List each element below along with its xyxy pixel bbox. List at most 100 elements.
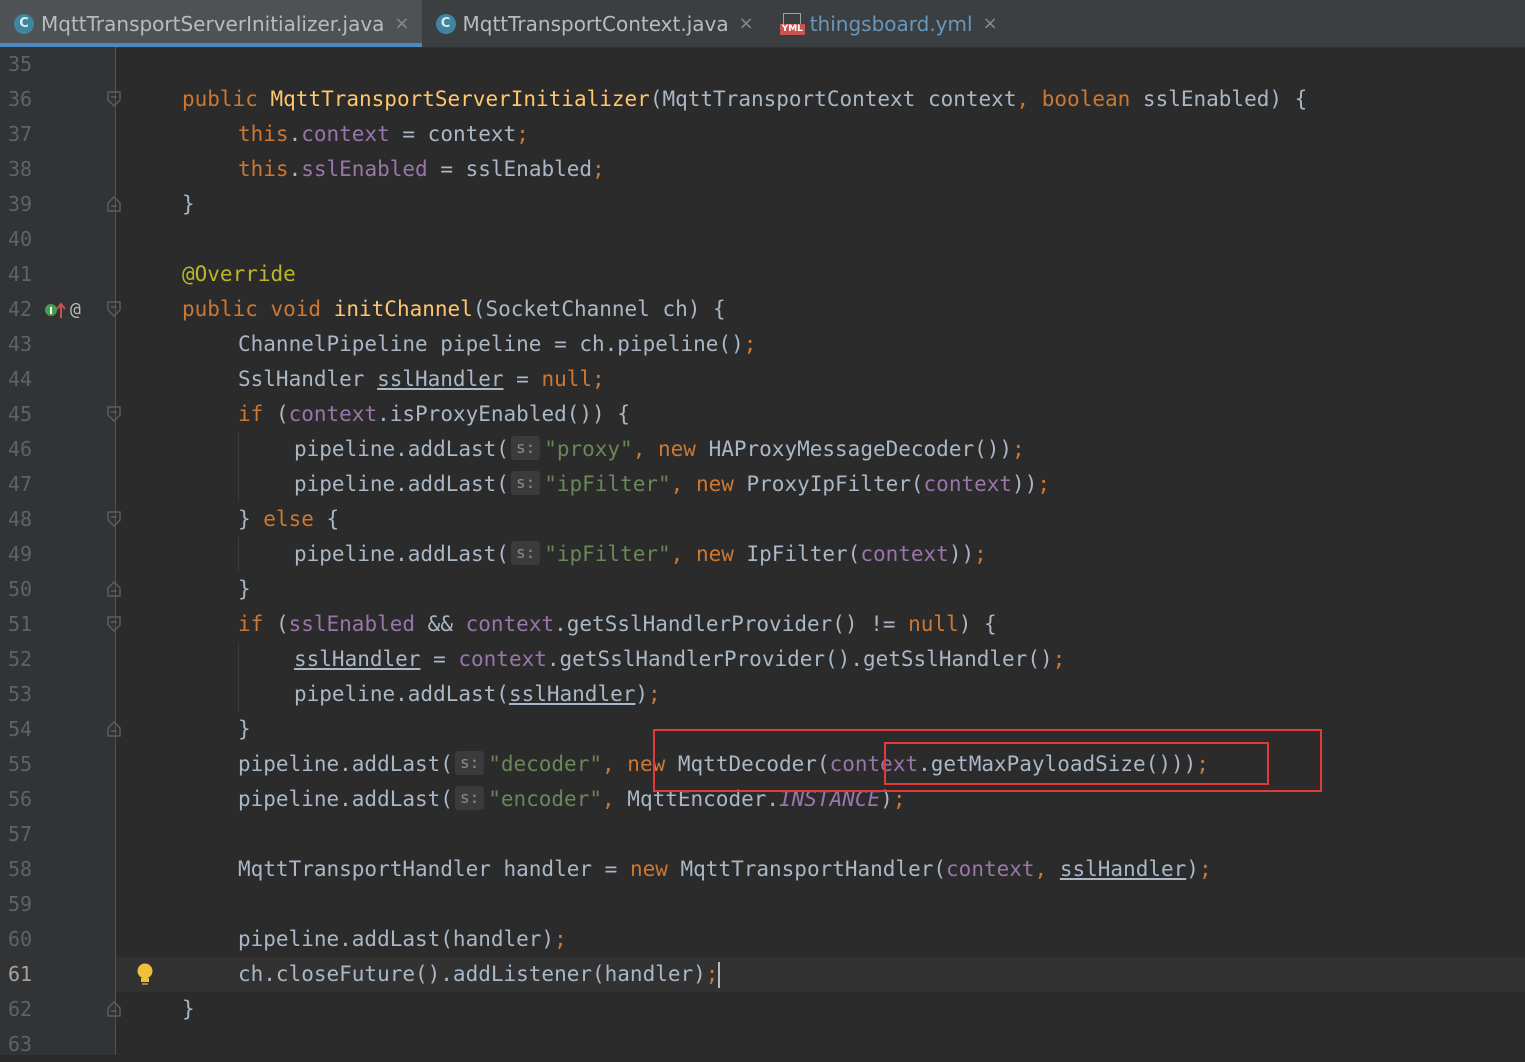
line-number: 40 xyxy=(8,227,33,251)
parameter-hint: s: xyxy=(454,751,485,775)
java-class-icon: C xyxy=(14,13,34,34)
line-number: 42 xyxy=(8,297,33,321)
highlight-box-inner xyxy=(884,742,1269,785)
parameter-hint: s: xyxy=(510,541,541,565)
line-number: 36 xyxy=(8,87,33,111)
line-number: 35 xyxy=(8,52,33,76)
indent-guide xyxy=(238,432,239,467)
code-line: 43 ChannelPipeline pipeline = ch.pipelin… xyxy=(0,327,1525,362)
code-text: } else { xyxy=(238,507,340,531)
code-text: public void initChannel(SocketChannel ch… xyxy=(182,297,726,321)
parameter-hint: s: xyxy=(510,471,541,495)
tab-label: thingsboard.yml xyxy=(809,11,973,36)
code-line: 40 xyxy=(0,222,1525,257)
svg-text:I: I xyxy=(49,306,53,317)
code-line: 49 pipeline.addLast(s: "ipFilter", new Ip… xyxy=(0,537,1525,572)
parameter-hint: s: xyxy=(510,436,541,460)
line-number: 52 xyxy=(8,647,33,671)
editor-tab-bar: C MqttTransportServerInitializer.java × … xyxy=(0,0,1525,48)
code-line: 51 if (sslEnabled && context.getSslHandl… xyxy=(0,607,1525,642)
code-line: 50 } xyxy=(0,572,1525,607)
code-text: sslHandler = context.getSslHandlerProvid… xyxy=(294,647,1066,671)
yml-file-icon: YML xyxy=(779,12,805,35)
line-number: 49 xyxy=(8,542,33,566)
close-icon[interactable]: × xyxy=(394,13,409,34)
fold-close-icon[interactable] xyxy=(107,196,121,212)
line-number: 59 xyxy=(8,892,33,916)
code-line: 60 pipeline.addLast(handler); xyxy=(0,922,1525,957)
line-number: 60 xyxy=(8,927,33,951)
code-line: 46 pipeline.addLast(s: "proxy", new HAPro… xyxy=(0,432,1525,467)
code-line: 53 pipeline.addLast(sslHandler); xyxy=(0,677,1525,712)
tab-label: MqttTransportServerInitializer.java xyxy=(41,11,385,36)
line-number: 58 xyxy=(8,857,33,881)
line-number: 43 xyxy=(8,332,33,356)
code-text: pipeline.addLast(sslHandler); xyxy=(294,682,661,706)
code-line: 63 xyxy=(0,1027,1525,1062)
code-line: 45 if (context.isProxyEnabled()) { xyxy=(0,397,1525,432)
code-line: 38 this.sslEnabled = sslEnabled; xyxy=(0,152,1525,187)
fold-close-icon[interactable] xyxy=(107,721,121,737)
fold-open-icon[interactable] xyxy=(107,511,121,527)
indent-guide xyxy=(238,537,239,572)
code-text: this.context = context; xyxy=(238,122,529,146)
fold-open-icon[interactable] xyxy=(107,91,121,107)
code-line: 35 xyxy=(0,47,1525,82)
code-line: 52 sslHandler = context.getSslHandlerPro… xyxy=(0,642,1525,677)
line-number: 53 xyxy=(8,682,33,706)
code-text: ch.closeFuture().addListener(handler); xyxy=(238,962,721,988)
line-number: 48 xyxy=(8,507,33,531)
code-line: 36 public MqttTransportServerInitializer… xyxy=(0,82,1525,117)
code-text: } xyxy=(238,577,251,601)
code-line: 59 xyxy=(0,887,1525,922)
line-number: 50 xyxy=(8,577,33,601)
code-line: 57 xyxy=(0,817,1525,852)
code-line: 37 this.context = context; xyxy=(0,117,1525,152)
override-method-icon[interactable]: I xyxy=(44,292,66,327)
line-number: 51 xyxy=(8,612,33,636)
code-line: 41 @Override xyxy=(0,257,1525,292)
lightbulb-icon[interactable] xyxy=(134,957,156,992)
line-number: 55 xyxy=(8,752,33,776)
code-line: 39 } xyxy=(0,187,1525,222)
line-number: 46 xyxy=(8,437,33,461)
line-number: 57 xyxy=(8,822,33,846)
code-line: 62 } xyxy=(0,992,1525,1027)
fold-open-icon[interactable] xyxy=(107,301,121,317)
code-line: 58 MqttTransportHandler handler = new Mq… xyxy=(0,852,1525,887)
code-line-current: 61 ch.closeFuture().addListener(handler)… xyxy=(0,957,1525,992)
code-text: SslHandler sslHandler = null; xyxy=(238,367,605,391)
tab-mqtt-transport-context[interactable]: C MqttTransportContext.java × xyxy=(422,0,766,47)
code-text: pipeline.addLast(s: "ipFilter", new Proxy… xyxy=(294,471,1050,496)
fold-close-icon[interactable] xyxy=(107,1001,121,1017)
code-text: } xyxy=(182,192,195,216)
tab-thingsboard-yml[interactable]: YML thingsboard.yml × xyxy=(766,0,1010,47)
indent-guide xyxy=(238,642,239,677)
java-class-icon: C xyxy=(435,13,456,34)
indent-guide xyxy=(238,677,239,712)
close-icon[interactable]: × xyxy=(983,13,998,34)
line-number: 39 xyxy=(8,192,33,216)
line-number: 45 xyxy=(8,402,33,426)
code-text: this.sslEnabled = sslEnabled; xyxy=(238,157,605,181)
line-number: 62 xyxy=(8,997,33,1021)
code-line: 44 SslHandler sslHandler = null; xyxy=(0,362,1525,397)
fold-close-icon[interactable] xyxy=(107,581,121,597)
line-number: 41 xyxy=(8,262,33,286)
code-text: } xyxy=(182,997,195,1021)
line-number: 63 xyxy=(8,1032,33,1056)
code-text: pipeline.addLast(s: "proxy", new HAProxyM… xyxy=(294,436,1025,461)
code-text: pipeline.addLast(handler); xyxy=(238,927,567,951)
tab-mqtt-transport-server-initializer[interactable]: C MqttTransportServerInitializer.java × xyxy=(0,0,422,47)
code-text: } xyxy=(238,717,251,741)
code-line: 48 } else { xyxy=(0,502,1525,537)
fold-open-icon[interactable] xyxy=(107,616,121,632)
code-text: if (context.isProxyEnabled()) { xyxy=(238,402,630,426)
code-text: public MqttTransportServerInitializer(Mq… xyxy=(182,87,1308,111)
close-icon[interactable]: × xyxy=(739,13,754,34)
fold-open-icon[interactable] xyxy=(107,406,121,422)
code-text: ChannelPipeline pipeline = ch.pipeline()… xyxy=(238,332,757,356)
code-line: 47 pipeline.addLast(s: "ipFilter", new Pr… xyxy=(0,467,1525,502)
code-editor[interactable]: 35 36 public MqttTransportServerInitiali… xyxy=(0,47,1525,1062)
at-sign-icon[interactable]: @ xyxy=(70,292,81,327)
